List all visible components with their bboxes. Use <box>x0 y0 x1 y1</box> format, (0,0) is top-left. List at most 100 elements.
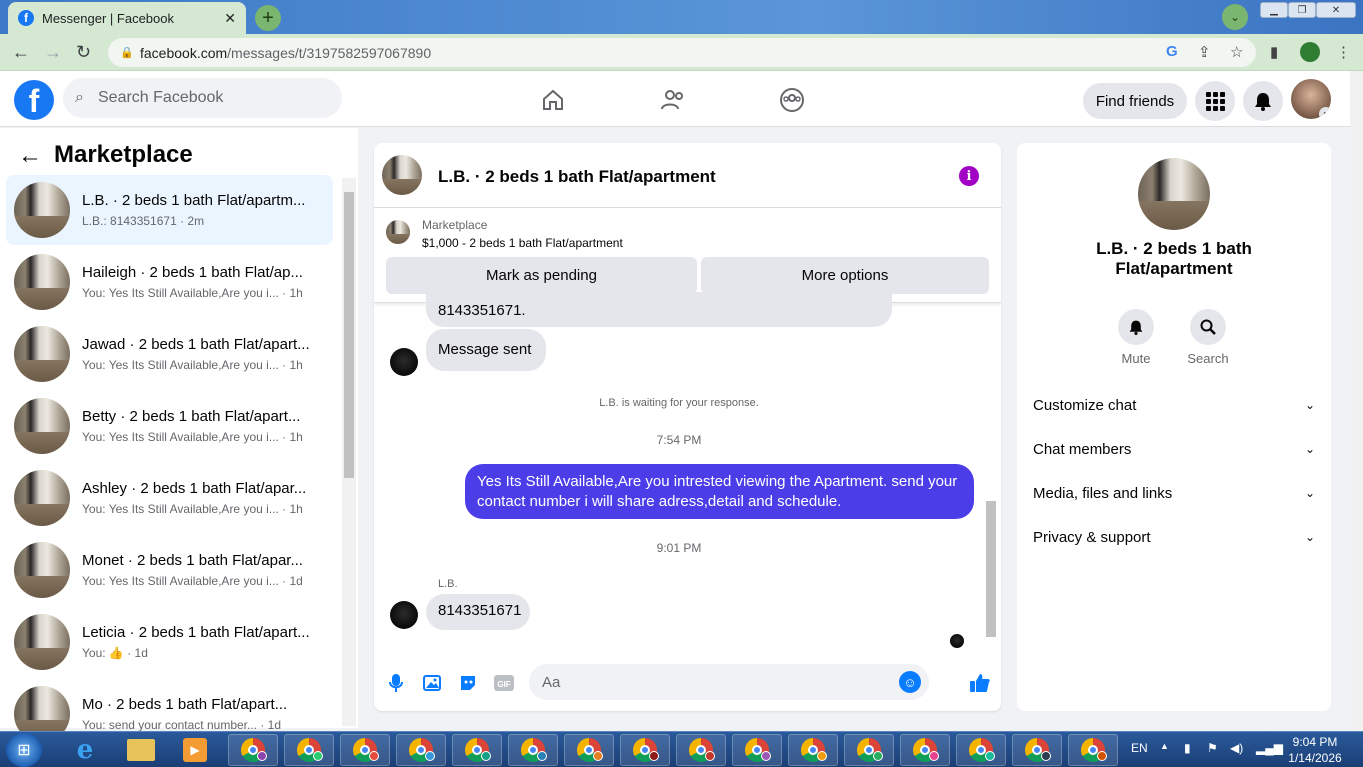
gif-icon[interactable]: GIF <box>493 672 515 694</box>
battery-icon[interactable]: ▮ <box>1184 741 1191 755</box>
system-clock[interactable]: 9:04 PM 1/14/2026 <box>1285 734 1345 766</box>
message-input[interactable]: Aa ☺ <box>529 664 929 700</box>
find-friends-button[interactable]: Find friends <box>1083 83 1187 119</box>
file-explorer-icon[interactable] <box>116 734 166 766</box>
forward-icon[interactable]: → <box>44 42 62 63</box>
customize-chat-row[interactable]: Customize chat ⌄ <box>1033 395 1315 415</box>
home-icon[interactable] <box>538 85 568 115</box>
volume-icon[interactable]: ◀) <box>1230 741 1243 755</box>
chrome-window-button[interactable] <box>452 734 502 766</box>
conversation-item[interactable]: Haileigh · 2 beds 1 bath Flat/ap... You: … <box>6 247 333 317</box>
notifications-bell-icon[interactable] <box>1243 81 1283 121</box>
start-button-icon[interactable]: ⊞ <box>6 733 42 767</box>
info-icon[interactable]: i <box>959 166 979 186</box>
chrome-window-button[interactable] <box>620 734 670 766</box>
lock-icon[interactable]: 🔒 <box>120 46 134 59</box>
sidebar-scrollbar[interactable] <box>342 178 356 726</box>
account-avatar[interactable]: ▼ <box>1291 79 1331 119</box>
chrome-window-button[interactable] <box>564 734 614 766</box>
language-indicator[interactable]: EN <box>1131 741 1148 755</box>
groups-icon[interactable] <box>777 85 807 115</box>
chrome-window-button[interactable] <box>1068 734 1118 766</box>
network-icon[interactable]: ▂▄▆ <box>1256 741 1283 755</box>
mark-as-pending-button[interactable]: Mark as pending <box>386 257 697 294</box>
chat-scrollbar[interactable] <box>984 308 998 653</box>
conversation-name: L.B. · 2 beds 1 bath Flat/apartm... <box>82 192 306 209</box>
facebook-logo-icon[interactable]: f <box>14 80 54 120</box>
chrome-window-button[interactable] <box>844 734 894 766</box>
address-bar[interactable]: 🔒 facebook.com/messages/t/31975825970678… <box>108 38 1256 67</box>
tab-search-button[interactable]: ⌄ <box>1222 4 1248 30</box>
image-attach-icon[interactable] <box>421 672 443 694</box>
conversation-item[interactable]: Leticia · 2 beds 1 bath Flat/apart... You… <box>6 607 333 677</box>
conversation-avatar[interactable] <box>1138 158 1210 230</box>
chrome-window-button[interactable] <box>228 734 278 766</box>
flag-icon[interactable]: ⚑ <box>1207 741 1218 755</box>
outgoing-message-bubble[interactable]: Yes Its Still Available,Are you intreste… <box>465 464 974 519</box>
chrome-window-button[interactable] <box>1012 734 1062 766</box>
microphone-icon[interactable] <box>385 672 407 694</box>
friends-icon[interactable] <box>658 85 688 115</box>
new-tab-button[interactable]: + <box>255 5 281 31</box>
conversation-item[interactable]: Monet · 2 beds 1 bath Flat/apar... You: Y… <box>6 535 333 605</box>
more-options-button[interactable]: More options <box>701 257 989 294</box>
side-panel-icon[interactable]: ▮ <box>1270 43 1278 61</box>
bookmark-star-icon[interactable]: ☆ <box>1230 43 1243 61</box>
scrollbar-thumb[interactable] <box>344 192 354 478</box>
browser-tab[interactable]: f Messenger | Facebook ✕ <box>8 2 246 34</box>
message-bubble[interactable]: 8143351671 <box>426 594 530 630</box>
scrollbar-thumb[interactable] <box>986 501 996 637</box>
url-host: facebook.com <box>140 44 228 61</box>
chrome-window-button[interactable] <box>732 734 782 766</box>
chat-members-row[interactable]: Chat members ⌄ <box>1033 439 1315 459</box>
listing-thumbnail[interactable] <box>386 220 410 244</box>
chat-avatar[interactable] <box>382 155 422 195</box>
back-arrow-icon[interactable]: ← <box>18 142 42 170</box>
menu-kebab-icon[interactable]: ⋮ <box>1336 43 1351 61</box>
listing-title[interactable]: $1,000 - 2 beds 1 bath Flat/apartment <box>422 236 623 250</box>
minimize-button[interactable]: ▁ <box>1260 2 1288 18</box>
chrome-window-button[interactable] <box>900 734 950 766</box>
media-files-links-row[interactable]: Media, files and links ⌄ <box>1033 483 1315 503</box>
chrome-window-button[interactable] <box>788 734 838 766</box>
google-icon[interactable]: G <box>1166 43 1178 60</box>
message-text: 8143351671. <box>438 302 526 319</box>
restore-button[interactable]: ❐ <box>1288 2 1316 18</box>
conversation-item[interactable]: Betty · 2 beds 1 bath Flat/apart... You: … <box>6 391 333 461</box>
conversation-item[interactable]: Ashley · 2 beds 1 bath Flat/apar... You: … <box>6 463 333 533</box>
contact-avatar[interactable] <box>390 601 418 629</box>
show-hidden-icons-icon[interactable]: ▲ <box>1160 741 1169 751</box>
chrome-window-button[interactable] <box>284 734 334 766</box>
search-conversation-button[interactable]: Search <box>1178 309 1238 366</box>
conversation-preview: You: 👍 · 1d <box>82 646 148 660</box>
chrome-window-button[interactable] <box>396 734 446 766</box>
privacy-support-row[interactable]: Privacy & support ⌄ <box>1033 527 1315 547</box>
conversation-thumbnail <box>14 470 70 526</box>
sticker-icon[interactable] <box>457 672 479 694</box>
message-bubble[interactable]: 8143351671. <box>426 292 892 327</box>
close-tab-icon[interactable]: ✕ <box>224 10 236 27</box>
search-input[interactable]: ⌕ Search Facebook <box>63 78 342 118</box>
chrome-window-button[interactable] <box>340 734 390 766</box>
mute-button[interactable]: Mute <box>1106 309 1166 366</box>
conversation-preview: You: Yes Its Still Available,Are you i..… <box>82 358 303 372</box>
chrome-window-button[interactable] <box>956 734 1006 766</box>
contact-avatar[interactable] <box>390 348 418 376</box>
emoji-icon[interactable]: ☺ <box>899 671 921 693</box>
message-bubble[interactable]: Message sent <box>426 329 546 371</box>
conversation-item[interactable]: Jawad · 2 beds 1 bath Flat/apart... You: … <box>6 319 333 389</box>
thumbs-up-icon[interactable] <box>968 672 992 694</box>
share-icon[interactable]: ⇪ <box>1198 43 1211 61</box>
internet-explorer-icon[interactable]: e <box>60 734 110 766</box>
menu-grid-icon[interactable] <box>1195 81 1235 121</box>
reload-icon[interactable]: ↻ <box>76 42 91 63</box>
chrome-window-button[interactable] <box>508 734 558 766</box>
profile-icon[interactable] <box>1300 42 1320 62</box>
chat-title[interactable]: L.B. · 2 beds 1 bath Flat/apartment <box>438 167 716 187</box>
back-icon[interactable]: ← <box>12 42 30 63</box>
conversation-item[interactable]: L.B. · 2 beds 1 bath Flat/apartm... L.B.:… <box>6 175 333 245</box>
media-player-icon[interactable]: ▶ <box>170 734 220 766</box>
close-window-button[interactable]: ✕ <box>1316 2 1356 18</box>
page-scrollbar[interactable] <box>1350 71 1363 731</box>
chrome-window-button[interactable] <box>676 734 726 766</box>
